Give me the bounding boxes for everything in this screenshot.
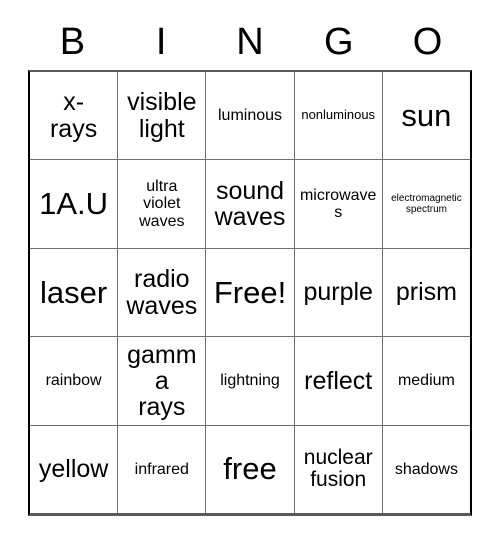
bingo-cell-o1[interactable]: sun xyxy=(383,72,470,159)
bingo-cell-label: luminous xyxy=(217,106,283,124)
bingo-row-1: x- rays visible light luminous nonlumino… xyxy=(30,72,470,161)
bingo-cell-label: 1A.U xyxy=(39,186,109,222)
bingo-cell-label: lightning xyxy=(220,372,280,390)
bingo-header-row: B I N G O xyxy=(28,14,472,70)
bingo-cell-label: electromagnetic spectrum xyxy=(391,192,462,216)
bingo-cell-b2[interactable]: 1A.U xyxy=(30,160,119,248)
bingo-cell-i2[interactable]: ultra violet waves xyxy=(118,160,207,248)
bingo-cell-label: nonluminous xyxy=(301,107,376,123)
bingo-cell-g4[interactable]: reflect xyxy=(295,337,383,425)
bingo-cell-label: laser xyxy=(40,274,108,310)
bingo-cell-label: sun xyxy=(401,97,452,133)
bingo-cell-label: prism xyxy=(395,278,457,307)
bingo-cell-label: x- rays xyxy=(49,88,98,143)
bingo-cell-g2[interactable]: microwaves xyxy=(295,160,383,248)
bingo-cell-o4[interactable]: medium xyxy=(383,337,470,424)
bingo-cell-label: radio waves xyxy=(126,265,198,320)
bingo-cell-label: shadows xyxy=(394,460,458,478)
bingo-cell-free-space[interactable]: Free! xyxy=(206,248,295,337)
bingo-cell-i5[interactable]: infrared xyxy=(118,425,207,514)
bingo-header-letter-b: B xyxy=(59,21,86,63)
bingo-cell-o5[interactable]: shadows xyxy=(383,426,470,513)
bingo-cell-label: ultra violet waves xyxy=(139,177,185,230)
bingo-cell-g5[interactable]: nuclear fusion xyxy=(295,425,383,514)
bingo-grid: x- rays visible light luminous nonlumino… xyxy=(28,70,472,516)
bingo-cell-label: yellow xyxy=(38,455,109,484)
bingo-cell-o2[interactable]: electromagnetic spectrum xyxy=(383,160,470,247)
bingo-row-4: rainbow gamma rays lightning reflect med… xyxy=(30,337,470,426)
bingo-cell-label: sound waves xyxy=(214,176,286,232)
bingo-cell-g3[interactable]: purple xyxy=(295,248,383,337)
bingo-cell-label: medium xyxy=(397,372,455,390)
bingo-cell-label: infrared xyxy=(134,460,189,478)
bingo-cell-label: microwaves xyxy=(299,186,377,222)
bingo-cell-b4[interactable]: rainbow xyxy=(30,337,119,425)
bingo-cell-label: nuclear fusion xyxy=(303,446,373,492)
bingo-cell-label: purple xyxy=(303,278,373,307)
bingo-cell-i4[interactable]: gamma rays xyxy=(118,337,207,425)
bingo-header-letter-o: O xyxy=(412,21,443,63)
bingo-cell-label: rainbow xyxy=(45,372,102,390)
bingo-cell-b1[interactable]: x- rays xyxy=(30,72,119,160)
bingo-header-letter-i: I xyxy=(155,21,167,63)
bingo-header-letter-n: N xyxy=(236,21,264,63)
bingo-free-space-label: Free! xyxy=(213,274,287,310)
bingo-cell-n4[interactable]: lightning xyxy=(206,337,295,425)
bingo-cell-label: gamma rays xyxy=(127,340,197,422)
bingo-cell-n1[interactable]: luminous xyxy=(206,72,295,160)
bingo-cell-n2[interactable]: sound waves xyxy=(206,160,295,248)
bingo-cell-n5[interactable]: free xyxy=(206,425,295,514)
bingo-cell-label: visible light xyxy=(127,88,197,143)
bingo-cell-b5[interactable]: yellow xyxy=(30,425,119,514)
bingo-card: B I N G O x- rays visible light luminous… xyxy=(0,0,500,544)
bingo-cell-o3[interactable]: prism xyxy=(383,249,470,336)
bingo-row-3: laser radio waves Free! purple prism xyxy=(30,248,470,338)
bingo-cell-label: reflect xyxy=(304,366,373,395)
bingo-row-5: yellow infrared free nuclear fusion shad… xyxy=(30,425,470,514)
bingo-row-2: 1A.U ultra violet waves sound waves micr… xyxy=(30,160,470,249)
bingo-cell-label: free xyxy=(223,451,277,487)
bingo-cell-i1[interactable]: visible light xyxy=(118,72,207,160)
bingo-cell-i3[interactable]: radio waves xyxy=(118,248,207,337)
bingo-header-letter-g: G xyxy=(324,21,354,63)
bingo-cell-b3[interactable]: laser xyxy=(30,248,119,337)
bingo-cell-g1[interactable]: nonluminous xyxy=(295,72,383,160)
